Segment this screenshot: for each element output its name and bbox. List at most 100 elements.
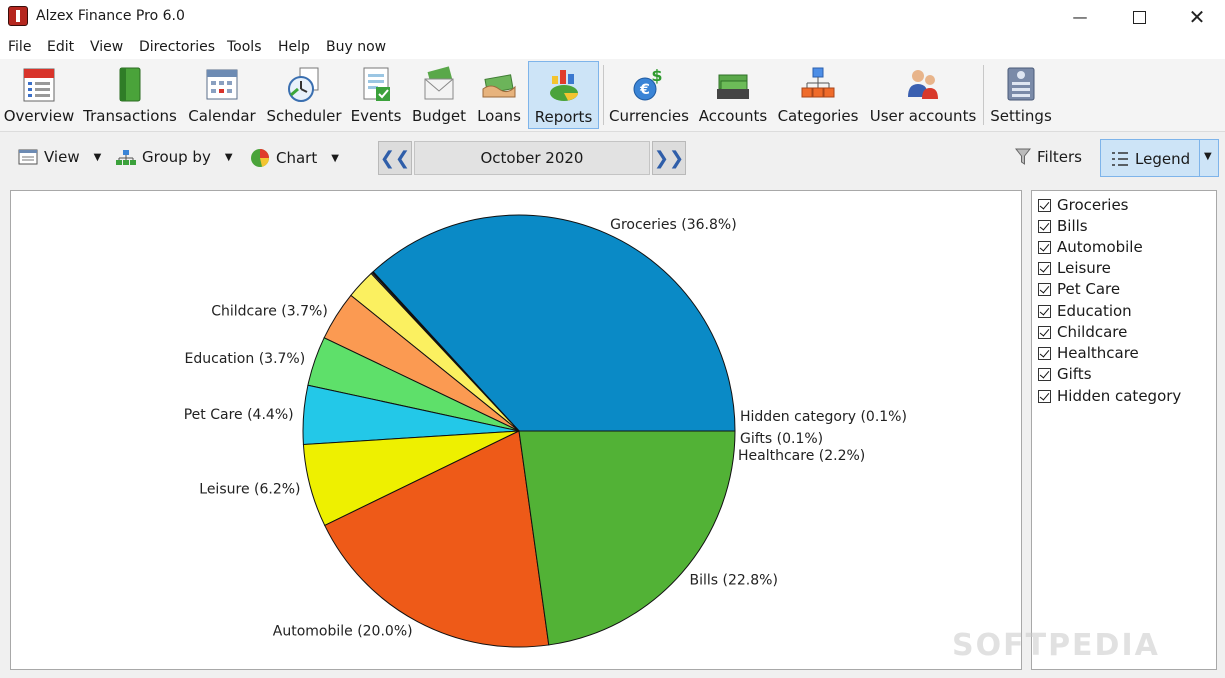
view-list-icon xyxy=(18,149,38,165)
pie-label-education: Education (3.7%) xyxy=(185,351,306,367)
toolbar-calendar-button[interactable]: Calendar xyxy=(186,61,258,129)
pie-label-gifts: Gifts (0.1%) xyxy=(740,431,823,447)
close-icon: ✕ xyxy=(1188,5,1206,29)
scheduler-clock-icon xyxy=(288,67,319,102)
legend-toggle-button[interactable]: Legend ▼ xyxy=(1100,139,1219,177)
toolbar-categories-button[interactable]: Categories xyxy=(775,61,861,129)
legend-item-childcare[interactable]: Childcare xyxy=(1038,322,1127,342)
pie-chart: Groceries (36.8%) Hidden category (0.1%) G… xyxy=(184,214,907,648)
main-toolbar: Overview Transactions Calendar Scheduler xyxy=(0,59,1225,132)
toolbar-accounts-label: Accounts xyxy=(698,107,768,125)
toolbar-scheduler-button[interactable]: Scheduler xyxy=(264,61,344,129)
split-divider xyxy=(1199,140,1200,176)
currencies-coin-icon: € $ xyxy=(633,66,663,101)
menu-bar: File Edit View Directories Tools Help Bu… xyxy=(0,34,1225,59)
minimize-button[interactable]: — xyxy=(1051,0,1109,34)
toolbar-user-accounts-button[interactable]: User accounts xyxy=(867,61,979,129)
filter-funnel-icon xyxy=(1015,148,1031,165)
legend-item-education[interactable]: Education xyxy=(1038,301,1132,321)
legend-item-hidden-category[interactable]: Hidden category xyxy=(1038,386,1181,406)
toolbar-reports-button[interactable]: Reports xyxy=(528,61,599,129)
pie-label-leisure: Leisure (6.2%) xyxy=(199,482,300,498)
toolbar-loans-button[interactable]: Loans xyxy=(472,61,526,129)
pie-label-hidden-category: Hidden category (0.1%) xyxy=(740,409,907,425)
group-by-dropdown[interactable]: Group by ▼ xyxy=(116,148,233,166)
checkbox-checked-icon[interactable] xyxy=(1038,240,1051,254)
checkbox-checked-icon[interactable] xyxy=(1038,325,1051,339)
toolbar-currencies-button[interactable]: € $ Currencies xyxy=(607,61,691,129)
previous-period-button[interactable]: ❮❮ xyxy=(378,141,412,175)
chevron-down-icon: ▼ xyxy=(93,151,102,163)
period-display: October 2020 xyxy=(414,141,650,175)
toolbar-events-button[interactable]: Events xyxy=(350,61,402,129)
checkbox-checked-icon[interactable] xyxy=(1038,346,1051,360)
pie-slice-bills[interactable] xyxy=(518,430,736,646)
toolbar-overview-label: Overview xyxy=(3,107,75,125)
toolbar-budget-button[interactable]: Budget xyxy=(408,61,470,129)
minimize-icon: — xyxy=(1072,8,1088,26)
legend-label: Bills xyxy=(1057,217,1088,235)
close-button[interactable]: ✕ xyxy=(1168,0,1225,34)
menu-help[interactable]: Help xyxy=(278,39,310,55)
legend-label: Childcare xyxy=(1057,323,1128,341)
maximize-icon xyxy=(1132,10,1146,24)
checkbox-checked-icon[interactable] xyxy=(1038,367,1051,381)
legend-item-leisure[interactable]: Leisure xyxy=(1038,258,1111,278)
chevron-down-icon: ▼ xyxy=(331,152,339,164)
legend-item-groceries[interactable]: Groceries xyxy=(1038,195,1129,215)
toolbar-settings-button[interactable]: Settings xyxy=(987,61,1055,129)
view-dropdown[interactable]: View ▼ xyxy=(18,148,101,166)
toolbar-currencies-label: Currencies xyxy=(609,107,689,125)
legend-item-gifts[interactable]: Gifts xyxy=(1038,364,1092,384)
checkbox-checked-icon[interactable] xyxy=(1038,219,1051,233)
settings-panel-icon xyxy=(1007,67,1035,101)
checkbox-checked-icon[interactable] xyxy=(1038,198,1051,212)
toolbar-separator xyxy=(603,65,604,125)
budget-envelope-icon xyxy=(424,66,454,100)
toolbar-overview-button[interactable]: Overview xyxy=(2,61,76,129)
calendar-day-icon xyxy=(23,68,55,102)
checkbox-checked-icon[interactable] xyxy=(1038,261,1051,275)
next-period-button[interactable]: ❯❯ xyxy=(652,141,686,175)
chevron-down-icon[interactable]: ▼ xyxy=(1204,151,1212,162)
menu-edit[interactable]: Edit xyxy=(47,39,74,55)
pie-label-pet-care: Pet Care (4.4%) xyxy=(184,407,294,423)
events-checklist-icon xyxy=(363,67,390,101)
pie-chart-icon xyxy=(251,149,270,167)
view-label: View xyxy=(44,148,80,166)
legend-label: Gifts xyxy=(1057,365,1092,383)
maximize-button[interactable] xyxy=(1110,0,1168,34)
double-chevron-right-icon: ❯❯ xyxy=(653,147,685,169)
toolbar-accounts-button[interactable]: Accounts xyxy=(697,61,769,129)
legend-button-label: Legend xyxy=(1135,150,1191,168)
window-title: Alzex Finance Pro 6.0 xyxy=(36,8,185,24)
legend-item-healthcare[interactable]: Healthcare xyxy=(1038,343,1139,363)
toolbar-transactions-button[interactable]: Transactions xyxy=(82,61,178,129)
book-icon xyxy=(119,67,141,102)
svg-text:$: $ xyxy=(651,66,662,85)
legend-item-bills[interactable]: Bills xyxy=(1038,216,1088,236)
filters-label: Filters xyxy=(1037,148,1082,166)
menu-tools[interactable]: Tools xyxy=(227,39,262,55)
legend-label: Groceries xyxy=(1057,196,1129,214)
legend-item-automobile[interactable]: Automobile xyxy=(1038,237,1143,257)
chart-type-dropdown[interactable]: Chart ▼ xyxy=(250,148,339,168)
chevron-down-icon: ▼ xyxy=(224,151,233,163)
checkbox-checked-icon[interactable] xyxy=(1038,389,1051,403)
pie-label-groceries: Groceries (36.8%) xyxy=(610,217,737,233)
checkbox-checked-icon[interactable] xyxy=(1038,304,1051,318)
legend-item-pet-care[interactable]: Pet Care xyxy=(1038,279,1120,299)
menu-directories[interactable]: Directories xyxy=(139,39,215,55)
checkbox-checked-icon[interactable] xyxy=(1038,282,1051,296)
toolbar-transactions-label: Transactions xyxy=(83,107,177,125)
calendar-grid-icon xyxy=(206,69,238,100)
period-label: October 2020 xyxy=(480,149,584,167)
menu-view[interactable]: View xyxy=(90,39,123,55)
legend-panel: Groceries Bills Automobile Leisure Pet C… xyxy=(1031,190,1217,670)
chart-label: Chart xyxy=(276,149,318,167)
menu-file[interactable]: File xyxy=(8,39,31,55)
watermark: SOFTPEDIA xyxy=(952,628,1160,663)
group-by-label: Group by xyxy=(142,148,211,166)
menu-buy-now[interactable]: Buy now xyxy=(326,39,386,55)
filters-button[interactable]: Filters xyxy=(1015,148,1082,166)
